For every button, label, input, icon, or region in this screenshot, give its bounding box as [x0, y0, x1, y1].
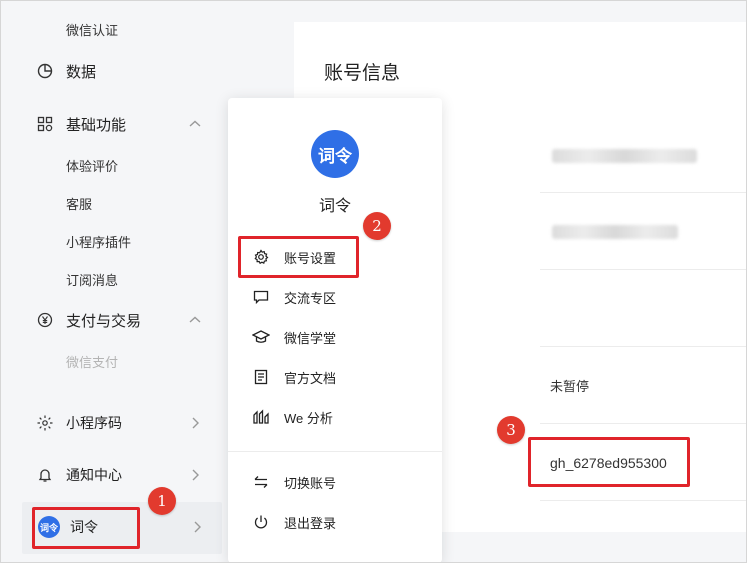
- redacted-value: [552, 149, 697, 163]
- menu-item-switch-account[interactable]: 切换账号: [252, 468, 422, 496]
- menu-item-label: 退出登录: [284, 515, 337, 531]
- switch-arrows-icon: [252, 473, 270, 491]
- divider: [540, 346, 747, 347]
- chevron-right-icon[interactable]: [190, 520, 204, 534]
- highlight-box-settings: [238, 236, 359, 278]
- account-status-value: 未暂停: [550, 379, 590, 394]
- sidebar-item-label: 数据: [66, 63, 97, 81]
- highlight-box-original-id: [528, 437, 690, 487]
- chevron-up-icon[interactable]: [188, 313, 202, 327]
- sidebar-subitem-plugin[interactable]: 小程序插件: [66, 232, 131, 251]
- sidebar-item-label: 基础功能: [66, 116, 127, 134]
- document-icon: [252, 368, 270, 386]
- sidebar-item-basic[interactable]: 基础功能: [36, 108, 216, 140]
- account-popup: 词令 词令 账号设置 交流专区 微信学堂 官方文档 We 分析 切换账号 退出登…: [228, 98, 442, 563]
- redacted-value: [552, 225, 678, 239]
- highlight-box-account: [32, 507, 140, 549]
- menu-item-academy[interactable]: 微信学堂: [252, 323, 422, 351]
- yuan-icon: [36, 311, 54, 329]
- power-icon: [252, 513, 270, 531]
- analytics-icon: [252, 408, 270, 426]
- sidebar-item-wechat-verify[interactable]: 微信认证: [66, 20, 118, 39]
- account-name: 词令: [318, 198, 351, 215]
- sidebar-item-data[interactable]: 数据: [36, 55, 216, 87]
- sidebar-subitem-wxpay[interactable]: 微信支付: [66, 352, 118, 371]
- divider: [540, 500, 747, 501]
- sidebar-subitem-review[interactable]: 体验评价: [66, 156, 118, 175]
- pie-chart-icon: [36, 62, 54, 80]
- page-title: 账号信息: [324, 63, 401, 84]
- chevron-up-icon[interactable]: [188, 117, 202, 131]
- sidebar-item-notify[interactable]: 通知中心: [36, 459, 216, 491]
- sidebar-item-qrcode[interactable]: 小程序码: [36, 407, 216, 439]
- chevron-right-icon[interactable]: [188, 468, 202, 482]
- sidebar-item-label: 支付与交易: [66, 312, 142, 330]
- divider: [228, 451, 442, 452]
- menu-item-label: 切换账号: [284, 475, 337, 491]
- step-badge-3: 3: [497, 416, 525, 444]
- menu-item-we-analysis[interactable]: We 分析: [252, 403, 422, 431]
- menu-item-community[interactable]: 交流专区: [252, 283, 422, 311]
- bell-icon: [36, 466, 54, 484]
- chat-bubble-icon: [252, 288, 270, 306]
- sidebar-item-label: 通知中心: [66, 467, 122, 483]
- avatar: 词令: [311, 130, 359, 178]
- sidebar-item-label: 小程序码: [66, 415, 122, 431]
- divider: [540, 269, 747, 270]
- sidebar-item-pay[interactable]: 支付与交易: [36, 304, 216, 336]
- qrcode-icon: [36, 414, 54, 432]
- menu-item-docs[interactable]: 官方文档: [252, 363, 422, 391]
- sidebar-subitem-subscribe[interactable]: 订阅消息: [66, 270, 118, 289]
- step-badge-2: 2: [363, 212, 391, 240]
- step-badge-1: 1: [148, 487, 176, 515]
- grid-icon: [36, 115, 54, 133]
- menu-item-logout[interactable]: 退出登录: [252, 508, 422, 536]
- divider: [540, 423, 747, 424]
- chevron-right-icon[interactable]: [188, 416, 202, 430]
- sidebar: 微信认证 数据 基础功能 体验评价 客服 小程序插件 订阅消息 支付与交易 微信…: [0, 0, 240, 563]
- sidebar-subitem-service[interactable]: 客服: [66, 194, 92, 213]
- menu-item-label: 微信学堂: [284, 330, 337, 346]
- menu-item-label: 交流专区: [284, 290, 337, 306]
- divider: [540, 192, 747, 193]
- menu-item-label: We 分析: [284, 410, 333, 426]
- menu-item-label: 官方文档: [284, 370, 337, 386]
- graduation-cap-icon: [252, 328, 270, 346]
